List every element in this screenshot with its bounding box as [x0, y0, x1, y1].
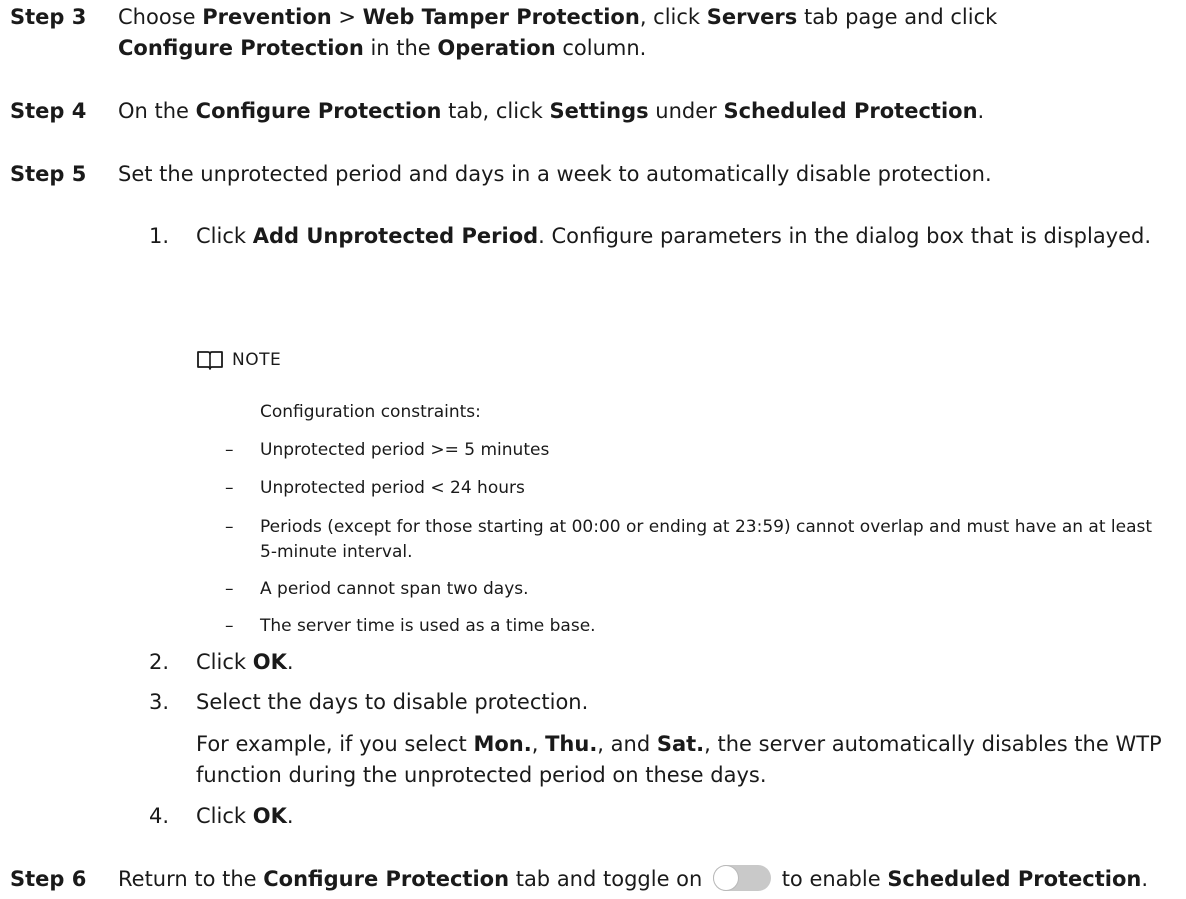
step-4-text: On the Configure Protection tab, click S…	[118, 99, 985, 123]
note-intro: Configuration constraints:	[260, 402, 481, 422]
note-bullet: A period cannot span two days.	[260, 579, 529, 599]
step-5-text: Set the unprotected period and days in a…	[118, 162, 992, 186]
note-bullet: The server time is used as a time base.	[260, 616, 596, 636]
step-4-label: Step 4	[10, 99, 87, 123]
note-bullet-dash: –	[225, 440, 234, 460]
note-bullet-dash: –	[225, 616, 234, 636]
book-icon	[197, 351, 223, 370]
toggle-switch-icon	[713, 865, 772, 891]
note-bullet-dash: –	[225, 579, 234, 599]
note-bullet: Periods (except for those starting at 00…	[260, 517, 1153, 562]
substep-4-text: Click OK.	[196, 804, 294, 828]
step-6-text: Return to the Configure Protection tab a…	[118, 865, 1149, 891]
note-bullet-dash: –	[225, 517, 234, 537]
substep-1-number: 1.	[149, 224, 170, 248]
note-bullet: Unprotected period >= 5 minutes	[260, 440, 550, 460]
note-bullet-dash: –	[225, 478, 234, 498]
substep-2-text: Click OK.	[196, 650, 294, 674]
toggle-knob	[714, 866, 739, 890]
step-3-text: Choose Prevention > Web Tamper Protectio…	[118, 5, 998, 60]
note-header: NOTE	[196, 348, 281, 372]
note-title: NOTE	[232, 350, 282, 370]
substep-3-text: Select the days to disable protection.	[196, 690, 589, 714]
substep-3-example: For example, if you select Mon., Thu., a…	[196, 732, 1162, 787]
substep-3-number: 3.	[149, 690, 170, 714]
note-bullet: Unprotected period < 24 hours	[260, 478, 525, 498]
step-3-label: Step 3	[10, 5, 87, 29]
substep-1-text: Click Add Unprotected Period. Configure …	[196, 224, 1152, 248]
substep-2-number: 2.	[149, 650, 170, 674]
substep-4-number: 4.	[149, 804, 170, 828]
step-6-label: Step 6	[10, 867, 87, 891]
step-5-label: Step 5	[10, 162, 87, 186]
